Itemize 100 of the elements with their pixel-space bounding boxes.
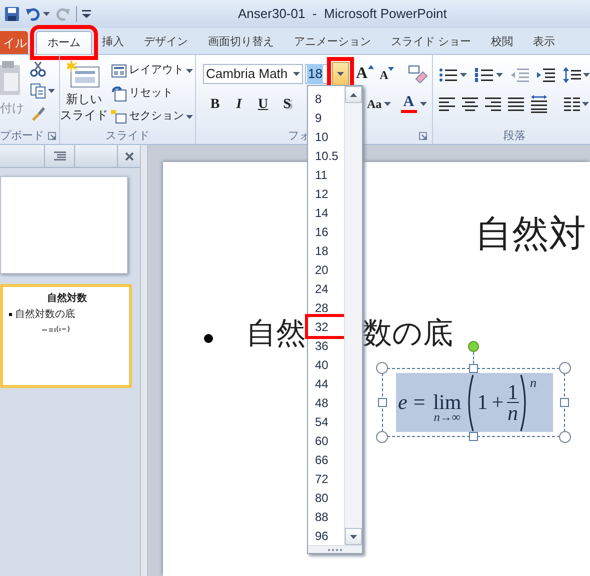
bullet-text: 自然	[246, 316, 306, 352]
thumbnail-title: 自然対数	[47, 293, 87, 305]
size-option[interactable]: 12	[308, 184, 344, 203]
caret-icon	[186, 68, 193, 72]
size-option[interactable]: 24	[308, 279, 344, 298]
size-option[interactable]: 14	[308, 203, 344, 222]
size-option[interactable]: 96	[308, 526, 344, 545]
size-option[interactable]: 72	[308, 469, 344, 488]
increase-indent-icon[interactable]	[537, 68, 555, 82]
scroll-up-button[interactable]	[345, 86, 362, 103]
size-option[interactable]: 28	[308, 298, 344, 317]
ribbon-tab[interactable]: デザイン	[134, 31, 198, 54]
new-slide-button[interactable]: 新しい スライド	[60, 55, 108, 128]
align-right-icon[interactable]	[485, 97, 501, 111]
eraser-icon[interactable]	[408, 65, 428, 83]
align-center-icon[interactable]	[462, 97, 478, 111]
resize-handle[interactable]	[560, 398, 569, 407]
size-option[interactable]: 40	[308, 355, 344, 374]
ribbon-tab[interactable]: 画面切り替え	[198, 31, 284, 54]
outline-icon	[54, 151, 66, 161]
ribbon-tab[interactable]: 挿入	[92, 31, 134, 54]
ribbon-tab[interactable]: スライド ショー	[381, 31, 482, 54]
ribbon-tab[interactable]: 校閲	[481, 31, 524, 54]
slide-thumbnail[interactable]	[0, 176, 128, 274]
customize-icon[interactable]	[82, 8, 91, 20]
justify-icon[interactable]	[508, 97, 524, 111]
section-icon	[111, 108, 127, 124]
resize-handle[interactable]	[378, 398, 387, 407]
size-option[interactable]: 10.5	[308, 146, 344, 165]
outline-tab[interactable]	[44, 145, 75, 167]
caret-icon	[293, 72, 300, 76]
slide-command[interactable]: リセット	[111, 83, 193, 104]
size-option[interactable]: 60	[308, 431, 344, 450]
undo-icon[interactable]	[25, 6, 41, 22]
copy-icon[interactable]	[30, 83, 46, 99]
bullets-icon[interactable]	[439, 68, 457, 82]
caret-icon	[583, 73, 590, 77]
slide-thumbnail[interactable]: 自然対数 自然対数の底	[0, 284, 132, 388]
caret-icon	[582, 102, 589, 106]
scroll-bar[interactable]	[344, 86, 362, 545]
size-option[interactable]: 9	[308, 108, 344, 127]
paste-icon	[0, 61, 22, 97]
size-option[interactable]: 18	[308, 241, 344, 260]
resize-handle[interactable]	[376, 431, 388, 443]
size-option[interactable]: 11	[308, 165, 344, 184]
size-option[interactable]: 10	[308, 127, 344, 146]
size-option[interactable]: 20	[308, 260, 344, 279]
resize-handle[interactable]	[559, 362, 571, 374]
font-color-button[interactable]: A	[400, 93, 427, 115]
style-button[interactable]: U	[251, 93, 275, 115]
color-bar-icon	[400, 110, 417, 113]
font-size-field[interactable]: 18	[305, 64, 329, 84]
numbering-icon[interactable]	[475, 68, 493, 82]
launcher-icon[interactable]	[48, 132, 56, 140]
group-label: 段落	[504, 128, 526, 144]
grow-font-button[interactable]: A	[356, 65, 374, 83]
size-option[interactable]: 44	[308, 374, 344, 393]
ribbon-tab[interactable]: 表示	[523, 31, 566, 54]
size-option[interactable]: 8	[308, 89, 344, 108]
size-option[interactable]: 32	[308, 317, 344, 336]
rotation-handle[interactable]	[468, 341, 479, 352]
shrink-font-button[interactable]: A	[380, 65, 394, 83]
layout-icon	[111, 62, 127, 78]
slide-title: 自然対	[475, 212, 586, 256]
size-option[interactable]: 48	[308, 393, 344, 412]
change-case-button[interactable]: Aa	[367, 93, 391, 115]
format-brush-icon[interactable]	[30, 105, 46, 121]
scroll-down-button[interactable]	[345, 528, 362, 545]
font-name-field[interactable]: Cambria Math	[203, 64, 303, 84]
size-option[interactable]: 54	[308, 412, 344, 431]
caret-icon	[460, 73, 467, 77]
distribute-icon[interactable]	[531, 95, 547, 113]
scissors-icon[interactable]	[30, 61, 46, 77]
resize-handle[interactable]	[559, 431, 571, 443]
save-icon[interactable]	[4, 6, 20, 22]
align-left-icon[interactable]	[439, 97, 455, 111]
caret-icon	[384, 102, 391, 106]
columns-icon[interactable]	[564, 97, 580, 111]
bullet-icon	[204, 334, 213, 343]
ribbon-tab[interactable]: イル	[0, 31, 28, 54]
resize-handle[interactable]	[376, 362, 388, 374]
new-slide-icon	[67, 59, 101, 89]
size-option[interactable]: 80	[308, 488, 344, 507]
slide-command[interactable]: レイアウト	[111, 60, 193, 81]
size-option[interactable]: 16	[308, 222, 344, 241]
caret-icon	[43, 12, 50, 16]
reset-icon	[111, 86, 127, 102]
size-option[interactable]: 88	[308, 507, 344, 526]
slide-command[interactable]: セクション	[111, 106, 193, 127]
style-button[interactable]: S	[275, 93, 299, 115]
style-button[interactable]: I	[227, 93, 251, 115]
caret-icon	[48, 89, 55, 93]
size-option[interactable]: 36	[308, 336, 344, 355]
ribbon-tab[interactable]: アニメーション	[284, 31, 381, 54]
size-option[interactable]: 66	[308, 450, 344, 469]
resize-handle[interactable]	[469, 364, 478, 373]
line-spacing-icon[interactable]	[563, 67, 581, 83]
style-button[interactable]: B	[203, 93, 227, 115]
launcher-icon[interactable]	[419, 132, 427, 140]
resize-handle[interactable]	[469, 432, 478, 441]
